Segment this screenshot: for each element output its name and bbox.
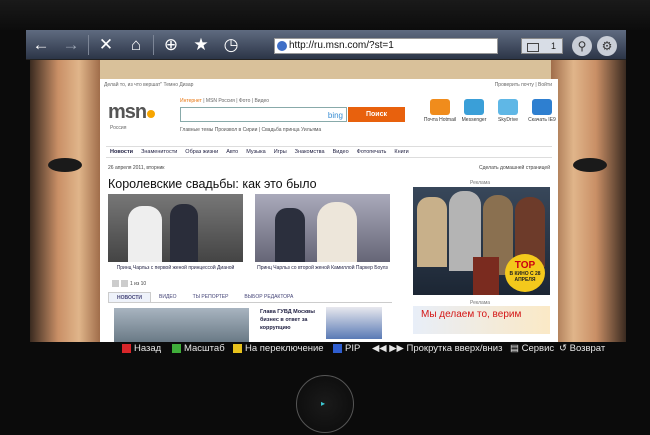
- menu-icon: ▤: [510, 343, 522, 354]
- nav-item-video[interactable]: Видео: [333, 149, 349, 155]
- main-nav: Новости Знаменитости Образ жизни Авто Му…: [106, 146, 552, 158]
- news-headline[interactable]: Глава ГУВД Москвы бизнес в ответ за корр…: [260, 308, 322, 332]
- tv-bezel: [0, 0, 650, 30]
- nav-item-photoprint[interactable]: Фотопечать: [357, 149, 387, 155]
- nav-item-lifestyle[interactable]: Образ жизни: [185, 149, 218, 155]
- history-icon[interactable]: ◷: [216, 31, 246, 59]
- date-line: 26 апреля 2011, вторник: [108, 165, 165, 171]
- news-thumbnail-police[interactable]: [326, 307, 382, 339]
- service-messenger[interactable]: Messenger: [456, 99, 492, 123]
- top-prompt[interactable]: Делай то, из что вершат" Темно Дизар: [104, 82, 193, 88]
- nav-item-dating[interactable]: Знакомства: [295, 149, 325, 155]
- bing-label: bing: [327, 111, 343, 120]
- home-icon[interactable]: ⌂: [121, 31, 151, 59]
- service-ie9[interactable]: Скачать IE9: [524, 99, 558, 123]
- page-headline[interactable]: Королевские свадьбы: как это было: [108, 177, 317, 191]
- remote-back[interactable]: Назад: [122, 343, 161, 354]
- slideshow-pager: 1 из 10: [112, 280, 146, 287]
- remote-scroll[interactable]: ◀◀ ▶▶ Прокрутка вверх/вниз: [372, 343, 502, 354]
- wedding-photo-1[interactable]: [108, 194, 243, 262]
- red-key-icon: [122, 343, 131, 353]
- address-bar[interactable]: http://ru.msn.com/?st=1: [274, 38, 498, 54]
- tv-screen: ← → ✕ ⌂ ⊕ ★ ◷ http://ru.msn.com/?st=1 1 …: [0, 0, 650, 435]
- back-icon[interactable]: ←: [26, 31, 56, 59]
- nav-item-news[interactable]: Новости: [110, 149, 133, 155]
- search-icon[interactable]: ⚲: [572, 36, 592, 56]
- tab-editors-choice[interactable]: ВЫБОР РЕДАКТОРА: [236, 292, 301, 302]
- search-scope-rest[interactable]: | MSN Россия | Фото | Видео: [202, 98, 269, 104]
- nav-item-books[interactable]: Книги: [394, 149, 408, 155]
- url-text: http://ru.msn.com/?st=1: [289, 40, 394, 51]
- mail-icon: [430, 99, 450, 115]
- tab-counter[interactable]: 1: [521, 38, 563, 54]
- rewind-forward-icon: ◀◀ ▶▶: [372, 343, 407, 354]
- remote-scale[interactable]: Масштаб: [172, 343, 225, 354]
- favorite-star-icon[interactable]: ★: [186, 31, 216, 59]
- comic-face-right: [551, 60, 626, 342]
- butterfly-icon: [147, 110, 156, 118]
- zoom-icon[interactable]: ⊕: [156, 31, 186, 59]
- search-scope-active[interactable]: Интернет: [180, 98, 202, 104]
- nav-item-music[interactable]: Музыка: [246, 149, 265, 155]
- promo-ad-banner[interactable]: Мы делаем то, верим: [413, 306, 550, 334]
- nav-item-celebrities[interactable]: Знаменитости: [141, 149, 177, 155]
- service-skydrive[interactable]: SkyDrive: [490, 99, 526, 123]
- tab-news[interactable]: НОВОСТИ: [108, 292, 152, 302]
- search-input[interactable]: bing: [180, 107, 347, 122]
- tab-reporter[interactable]: ТЫ РЕПОРТЕР: [185, 292, 237, 302]
- globe-icon: [277, 41, 287, 51]
- ad-release-badge: TOP В КИНО С 28 АПРЕЛЯ: [505, 254, 545, 292]
- remote-switch[interactable]: На переключение: [233, 343, 324, 354]
- toolbar-divider: [88, 34, 89, 55]
- ad-label: Реклама: [470, 180, 491, 186]
- photo-caption-1[interactable]: Принц Чарльз с первой женой принцессой Д…: [108, 265, 243, 271]
- search-scope-links[interactable]: Интернет | MSN Россия | Фото | Видео: [180, 98, 269, 104]
- yellow-key-icon: [233, 343, 242, 353]
- tab-video[interactable]: ВИДЕО: [151, 292, 185, 302]
- service-hotmail[interactable]: Почта Hotmail: [422, 99, 458, 123]
- search-button[interactable]: Поиск: [348, 107, 405, 122]
- cloud-icon: [498, 99, 518, 115]
- comic-face-left: [30, 60, 100, 342]
- blue-key-icon: [333, 343, 342, 353]
- nav-item-games[interactable]: Игры: [274, 149, 287, 155]
- forward-icon[interactable]: →: [56, 31, 86, 59]
- next-arrow-icon[interactable]: [121, 280, 128, 287]
- return-icon: ↺: [559, 343, 570, 354]
- gear-icon[interactable]: ⚙: [597, 36, 617, 56]
- ie-icon: [532, 99, 552, 115]
- messenger-icon: [464, 99, 484, 115]
- toolbar-divider: [153, 34, 154, 55]
- signin-links[interactable]: Проверить почту | Войти: [495, 82, 552, 88]
- remote-pip[interactable]: PIP: [333, 343, 360, 354]
- nav-item-auto[interactable]: Авто: [226, 149, 238, 155]
- play-indicator-icon: ▸: [321, 399, 326, 408]
- logo-region: Россия: [110, 125, 127, 131]
- wedding-photo-2[interactable]: [255, 194, 390, 262]
- make-homepage-link[interactable]: Сделать домашней страницей: [479, 165, 550, 171]
- prev-arrow-icon[interactable]: [112, 280, 119, 287]
- remote-service[interactable]: ▤ Сервис: [510, 343, 554, 354]
- msn-page: Делай то, из что вершат" Темно Дизар Про…: [100, 79, 558, 342]
- news-tabs: НОВОСТИ ВИДЕО ТЫ РЕПОРТЕР ВЫБОР РЕДАКТОР…: [108, 292, 392, 303]
- remote-return[interactable]: ↺ Возврат: [559, 343, 605, 354]
- green-key-icon: [172, 343, 181, 353]
- msn-logo[interactable]: msn: [108, 101, 156, 124]
- trending-topics[interactable]: Главные темы Произвол в Сирии | Свадьба …: [180, 127, 321, 133]
- photo-caption-2[interactable]: Принц Чарльз со второй женой Камиллой Па…: [255, 265, 390, 271]
- stop-icon[interactable]: ✕: [91, 31, 121, 59]
- news-thumbnail[interactable]: [114, 308, 249, 342]
- thor-ad-banner[interactable]: TOP В КИНО С 28 АПРЕЛЯ: [413, 187, 550, 295]
